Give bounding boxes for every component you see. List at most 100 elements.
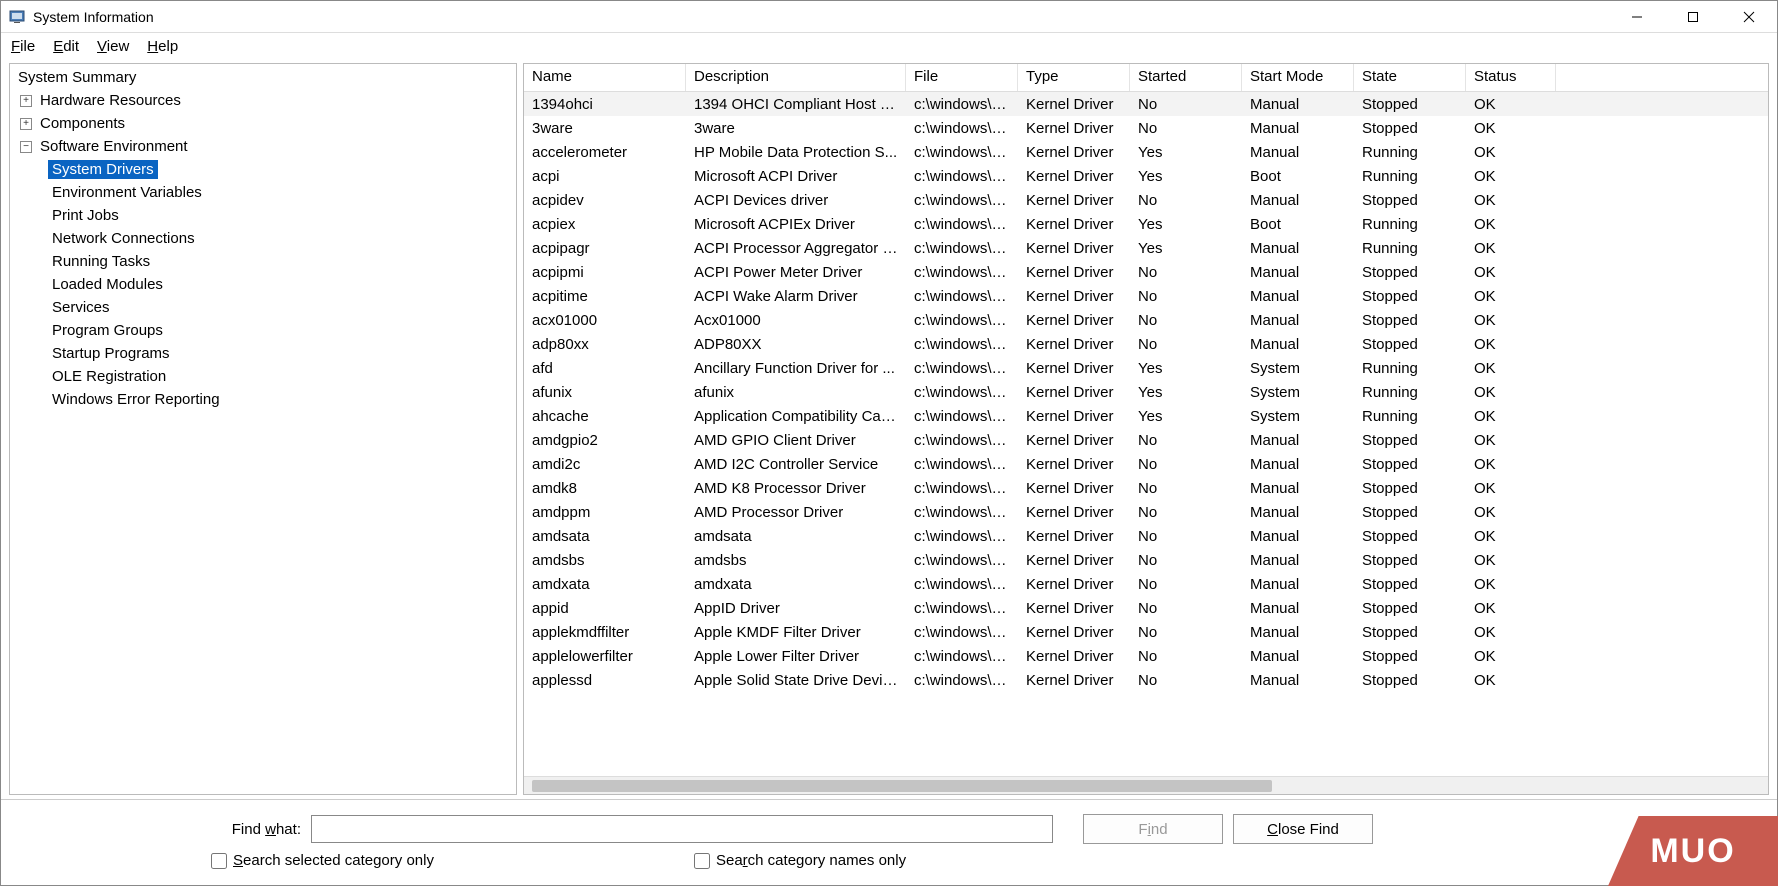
cell: OK: [1466, 382, 1556, 403]
cell: amdgpio2: [524, 430, 686, 451]
table-row[interactable]: acpitimeACPI Wake Alarm Driverc:\windows…: [524, 284, 1768, 308]
table-row[interactable]: amdk8AMD K8 Processor Driverc:\windows\s…: [524, 476, 1768, 500]
search-selected-checkbox[interactable]: Search selected category only: [211, 852, 434, 869]
tree-item-label: Program Groups: [48, 321, 167, 340]
cell: amdppm: [524, 502, 686, 523]
menu-help[interactable]: Help: [147, 38, 178, 55]
cell: No: [1130, 94, 1242, 115]
col-startmode[interactable]: Start Mode: [1242, 64, 1354, 91]
cell: amdxata: [524, 574, 686, 595]
tree-se-item[interactable]: Running Tasks: [10, 250, 516, 273]
cell: Stopped: [1354, 94, 1466, 115]
col-state[interactable]: State: [1354, 64, 1466, 91]
col-started[interactable]: Started: [1130, 64, 1242, 91]
tree-se-item[interactable]: Network Connections: [10, 227, 516, 250]
table-row[interactable]: appidAppID Driverc:\windows\s...Kernel D…: [524, 596, 1768, 620]
table-row[interactable]: acpipmiACPI Power Meter Driverc:\windows…: [524, 260, 1768, 284]
tree-se-item[interactable]: Startup Programs: [10, 342, 516, 365]
cell: Apple KMDF Filter Driver: [686, 622, 906, 643]
cell: amdsata: [524, 526, 686, 547]
menu-bar: File Edit View Help: [1, 33, 1777, 59]
table-row[interactable]: adp80xxADP80XXc:\windows\s...Kernel Driv…: [524, 332, 1768, 356]
table-row[interactable]: afdAncillary Function Driver for ...c:\w…: [524, 356, 1768, 380]
cell: Kernel Driver: [1018, 502, 1130, 523]
cell: Kernel Driver: [1018, 286, 1130, 307]
cell: acpitime: [524, 286, 686, 307]
maximize-button[interactable]: [1665, 1, 1721, 33]
collapse-icon[interactable]: −: [20, 141, 32, 153]
table-row[interactable]: 1394ohci1394 OHCI Compliant Host C...c:\…: [524, 92, 1768, 116]
cell: OK: [1466, 166, 1556, 187]
tree-se-item[interactable]: Windows Error Reporting: [10, 388, 516, 411]
list-body[interactable]: 1394ohci1394 OHCI Compliant Host C...c:\…: [524, 92, 1768, 776]
cell: 1394 OHCI Compliant Host C...: [686, 94, 906, 115]
table-row[interactable]: amdsataamdsatac:\windows\s...Kernel Driv…: [524, 524, 1768, 548]
tree-comp[interactable]: +Components: [10, 112, 516, 135]
table-row[interactable]: ahcacheApplication Compatibility Cac...c…: [524, 404, 1768, 428]
tree-se-item[interactable]: OLE Registration: [10, 365, 516, 388]
tree-root[interactable]: System Summary: [10, 66, 516, 89]
search-names-checkbox[interactable]: Search category names only: [694, 852, 906, 869]
close-find-button[interactable]: Close Find: [1233, 814, 1373, 844]
menu-file[interactable]: File: [11, 38, 35, 55]
tree-se-item[interactable]: Environment Variables: [10, 181, 516, 204]
tree-hw[interactable]: +Hardware Resources: [10, 89, 516, 112]
tree-se-item[interactable]: Print Jobs: [10, 204, 516, 227]
col-type[interactable]: Type: [1018, 64, 1130, 91]
cell: amdsata: [686, 526, 906, 547]
expand-icon[interactable]: +: [20, 118, 32, 130]
col-status[interactable]: Status: [1466, 64, 1556, 91]
cell: Manual: [1242, 286, 1354, 307]
cell: Manual: [1242, 454, 1354, 475]
table-row[interactable]: applessdApple Solid State Drive Devicec:…: [524, 668, 1768, 692]
table-row[interactable]: amdxataamdxatac:\windows\s...Kernel Driv…: [524, 572, 1768, 596]
table-row[interactable]: amdppmAMD Processor Driverc:\windows\s..…: [524, 500, 1768, 524]
cell: AMD I2C Controller Service: [686, 454, 906, 475]
cell: Running: [1354, 406, 1466, 427]
close-button[interactable]: [1721, 1, 1777, 33]
cell: Stopped: [1354, 502, 1466, 523]
menu-view[interactable]: View: [97, 38, 129, 55]
table-row[interactable]: amdgpio2AMD GPIO Client Driverc:\windows…: [524, 428, 1768, 452]
cell: Yes: [1130, 214, 1242, 235]
tree-se-item[interactable]: Program Groups: [10, 319, 516, 342]
cell: Running: [1354, 358, 1466, 379]
tree-se-item[interactable]: Loaded Modules: [10, 273, 516, 296]
cell: acpidev: [524, 190, 686, 211]
tree-se[interactable]: −Software Environment: [10, 135, 516, 158]
table-row[interactable]: acpidevACPI Devices driverc:\windows\s..…: [524, 188, 1768, 212]
hscroll-thumb[interactable]: [532, 780, 1272, 792]
col-desc[interactable]: Description: [686, 64, 906, 91]
table-row[interactable]: amdsbsamdsbsc:\windows\s...Kernel Driver…: [524, 548, 1768, 572]
expand-icon[interactable]: +: [20, 95, 32, 107]
col-file[interactable]: File: [906, 64, 1018, 91]
table-row[interactable]: accelerometerHP Mobile Data Protection S…: [524, 140, 1768, 164]
col-name[interactable]: Name: [524, 64, 686, 91]
minimize-button[interactable]: [1609, 1, 1665, 33]
menu-edit[interactable]: Edit: [53, 38, 79, 55]
tree-se-item[interactable]: Services: [10, 296, 516, 319]
cell: OK: [1466, 142, 1556, 163]
cell: No: [1130, 190, 1242, 211]
table-row[interactable]: 3ware3warec:\windows\s...Kernel DriverNo…: [524, 116, 1768, 140]
tree-se-item[interactable]: System Drivers: [10, 158, 516, 181]
table-row[interactable]: amdi2cAMD I2C Controller Servicec:\windo…: [524, 452, 1768, 476]
tree-item-label: Loaded Modules: [48, 275, 167, 294]
table-row[interactable]: applekmdffilterApple KMDF Filter Driverc…: [524, 620, 1768, 644]
table-row[interactable]: acpipagrACPI Processor Aggregator D...c:…: [524, 236, 1768, 260]
cell: Manual: [1242, 142, 1354, 163]
tree-panel[interactable]: System Summary +Hardware Resources +Comp…: [9, 63, 517, 795]
table-row[interactable]: acx01000Acx01000c:\windows\s...Kernel Dr…: [524, 308, 1768, 332]
hscroll-track[interactable]: [524, 776, 1768, 794]
table-row[interactable]: afunixafunixc:\windows\s...Kernel Driver…: [524, 380, 1768, 404]
cell: Manual: [1242, 238, 1354, 259]
cell: ACPI Wake Alarm Driver: [686, 286, 906, 307]
table-row[interactable]: applelowerfilterApple Lower Filter Drive…: [524, 644, 1768, 668]
cell: OK: [1466, 358, 1556, 379]
table-row[interactable]: acpiexMicrosoft ACPIEx Driverc:\windows\…: [524, 212, 1768, 236]
cell: Manual: [1242, 430, 1354, 451]
cell: c:\windows\s...: [906, 358, 1018, 379]
table-row[interactable]: acpiMicrosoft ACPI Driverc:\windows\s...…: [524, 164, 1768, 188]
find-input[interactable]: [311, 815, 1053, 843]
find-button[interactable]: Find: [1083, 814, 1223, 844]
